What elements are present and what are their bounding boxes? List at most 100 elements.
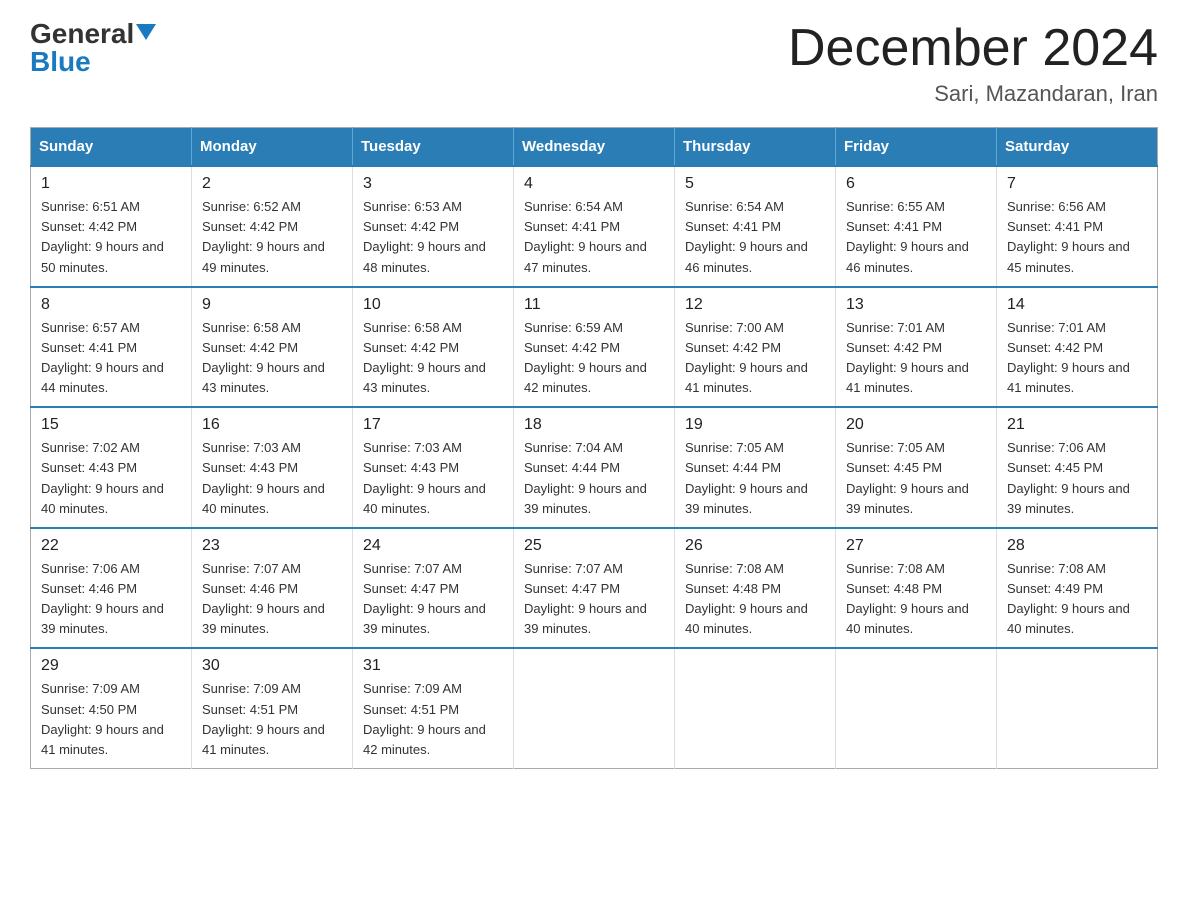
day-info: Sunrise: 7:05 AMSunset: 4:45 PMDaylight:… <box>846 438 986 519</box>
calendar-day-cell: 20 Sunrise: 7:05 AMSunset: 4:45 PMDayligh… <box>836 407 997 528</box>
day-number: 22 <box>41 537 181 555</box>
day-number: 11 <box>524 296 664 314</box>
day-number: 5 <box>685 175 825 193</box>
calendar-day-cell: 1 Sunrise: 6:51 AMSunset: 4:42 PMDaylight… <box>31 166 192 287</box>
day-number: 15 <box>41 416 181 434</box>
day-number: 10 <box>363 296 503 314</box>
day-number: 12 <box>685 296 825 314</box>
calendar-day-cell: 18 Sunrise: 7:04 AMSunset: 4:44 PMDayligh… <box>514 407 675 528</box>
day-number: 16 <box>202 416 342 434</box>
day-number: 31 <box>363 657 503 675</box>
day-number: 1 <box>41 175 181 193</box>
day-info: Sunrise: 7:08 AMSunset: 4:48 PMDaylight:… <box>685 559 825 640</box>
day-info: Sunrise: 7:05 AMSunset: 4:44 PMDaylight:… <box>685 438 825 519</box>
day-info: Sunrise: 7:01 AMSunset: 4:42 PMDaylight:… <box>1007 318 1147 399</box>
calendar-day-cell: 3Sunrise: 6:53 AMSunset: 4:42 PMDaylight… <box>353 166 514 287</box>
day-number: 29 <box>41 657 181 675</box>
day-number: 9 <box>202 296 342 314</box>
title-block: December 2024 Sari, Mazandaran, Iran <box>788 20 1158 107</box>
calendar-day-cell: 2 Sunrise: 6:52 AMSunset: 4:42 PMDaylight… <box>192 166 353 287</box>
page-header: General Blue December 2024 Sari, Mazanda… <box>30 20 1158 107</box>
day-number: 27 <box>846 537 986 555</box>
day-info: Sunrise: 7:07 AMSunset: 4:47 PMDaylight:… <box>524 559 664 640</box>
day-number: 20 <box>846 416 986 434</box>
day-info: Sunrise: 6:52 AMSunset: 4:42 PMDaylight:… <box>202 197 342 278</box>
calendar-week-row: 15 Sunrise: 7:02 AMSunset: 4:43 PMDayligh… <box>31 407 1158 528</box>
day-number: 24 <box>363 537 503 555</box>
calendar-day-cell: 22 Sunrise: 7:06 AMSunset: 4:46 PMDayligh… <box>31 528 192 649</box>
calendar-day-cell <box>836 648 997 768</box>
logo-triangle-icon <box>136 24 156 40</box>
day-of-week-header: Monday <box>192 128 353 167</box>
day-info: Sunrise: 7:09 AMSunset: 4:51 PMDaylight:… <box>202 679 342 760</box>
calendar-day-cell <box>997 648 1158 768</box>
calendar-week-row: 8Sunrise: 6:57 AMSunset: 4:41 PMDaylight… <box>31 287 1158 408</box>
calendar-day-cell <box>514 648 675 768</box>
day-info: Sunrise: 7:00 AMSunset: 4:42 PMDaylight:… <box>685 318 825 399</box>
day-number: 17 <box>363 416 503 434</box>
calendar-day-cell: 31Sunrise: 7:09 AMSunset: 4:51 PMDayligh… <box>353 648 514 768</box>
calendar-day-cell: 12 Sunrise: 7:00 AMSunset: 4:42 PMDayligh… <box>675 287 836 408</box>
calendar-day-cell: 8Sunrise: 6:57 AMSunset: 4:41 PMDaylight… <box>31 287 192 408</box>
day-number: 18 <box>524 416 664 434</box>
day-info: Sunrise: 7:06 AMSunset: 4:45 PMDaylight:… <box>1007 438 1147 519</box>
calendar-day-cell: 6 Sunrise: 6:55 AMSunset: 4:41 PMDaylight… <box>836 166 997 287</box>
day-number: 21 <box>1007 416 1147 434</box>
calendar-week-row: 29Sunrise: 7:09 AMSunset: 4:50 PMDayligh… <box>31 648 1158 768</box>
calendar-table: SundayMondayTuesdayWednesdayThursdayFrid… <box>30 127 1158 769</box>
day-number: 28 <box>1007 537 1147 555</box>
calendar-day-cell: 24Sunrise: 7:07 AMSunset: 4:47 PMDayligh… <box>353 528 514 649</box>
calendar-day-cell: 17 Sunrise: 7:03 AMSunset: 4:43 PMDayligh… <box>353 407 514 528</box>
day-number: 23 <box>202 537 342 555</box>
calendar-day-cell: 13Sunrise: 7:01 AMSunset: 4:42 PMDayligh… <box>836 287 997 408</box>
calendar-day-cell: 26 Sunrise: 7:08 AMSunset: 4:48 PMDayligh… <box>675 528 836 649</box>
day-info: Sunrise: 6:57 AMSunset: 4:41 PMDaylight:… <box>41 318 181 399</box>
month-title: December 2024 <box>788 20 1158 77</box>
day-info: Sunrise: 7:08 AMSunset: 4:49 PMDaylight:… <box>1007 559 1147 640</box>
calendar-day-cell: 21 Sunrise: 7:06 AMSunset: 4:45 PMDayligh… <box>997 407 1158 528</box>
day-info: Sunrise: 7:03 AMSunset: 4:43 PMDaylight:… <box>202 438 342 519</box>
day-number: 25 <box>524 537 664 555</box>
calendar-day-cell: 23 Sunrise: 7:07 AMSunset: 4:46 PMDayligh… <box>192 528 353 649</box>
logo-blue-text: Blue <box>30 48 91 76</box>
day-info: Sunrise: 6:55 AMSunset: 4:41 PMDaylight:… <box>846 197 986 278</box>
day-info: Sunrise: 7:03 AMSunset: 4:43 PMDaylight:… <box>363 438 503 519</box>
day-info: Sunrise: 6:58 AMSunset: 4:42 PMDaylight:… <box>363 318 503 399</box>
day-number: 2 <box>202 175 342 193</box>
calendar-day-cell <box>675 648 836 768</box>
calendar-day-cell: 4 Sunrise: 6:54 AMSunset: 4:41 PMDaylight… <box>514 166 675 287</box>
day-number: 13 <box>846 296 986 314</box>
day-info: Sunrise: 7:07 AMSunset: 4:46 PMDaylight:… <box>202 559 342 640</box>
day-info: Sunrise: 6:51 AMSunset: 4:42 PMDaylight:… <box>41 197 181 278</box>
calendar-day-cell: 7Sunrise: 6:56 AMSunset: 4:41 PMDaylight… <box>997 166 1158 287</box>
calendar-day-cell: 10 Sunrise: 6:58 AMSunset: 4:42 PMDayligh… <box>353 287 514 408</box>
day-info: Sunrise: 6:54 AMSunset: 4:41 PMDaylight:… <box>685 197 825 278</box>
day-number: 4 <box>524 175 664 193</box>
logo: General Blue <box>30 20 156 76</box>
day-of-week-header: Sunday <box>31 128 192 167</box>
day-of-week-header: Saturday <box>997 128 1158 167</box>
calendar-day-cell: 27Sunrise: 7:08 AMSunset: 4:48 PMDayligh… <box>836 528 997 649</box>
calendar-day-cell: 11 Sunrise: 6:59 AMSunset: 4:42 PMDayligh… <box>514 287 675 408</box>
calendar-day-cell: 28 Sunrise: 7:08 AMSunset: 4:49 PMDayligh… <box>997 528 1158 649</box>
day-of-week-header: Friday <box>836 128 997 167</box>
calendar-week-row: 22 Sunrise: 7:06 AMSunset: 4:46 PMDayligh… <box>31 528 1158 649</box>
calendar-day-cell: 30Sunrise: 7:09 AMSunset: 4:51 PMDayligh… <box>192 648 353 768</box>
calendar-day-cell: 19 Sunrise: 7:05 AMSunset: 4:44 PMDayligh… <box>675 407 836 528</box>
day-info: Sunrise: 6:53 AMSunset: 4:42 PMDaylight:… <box>363 197 503 278</box>
logo-general-text: General <box>30 20 134 48</box>
day-number: 26 <box>685 537 825 555</box>
day-number: 19 <box>685 416 825 434</box>
day-info: Sunrise: 6:54 AMSunset: 4:41 PMDaylight:… <box>524 197 664 278</box>
day-number: 6 <box>846 175 986 193</box>
location-title: Sari, Mazandaran, Iran <box>788 81 1158 107</box>
day-of-week-header: Tuesday <box>353 128 514 167</box>
day-info: Sunrise: 7:04 AMSunset: 4:44 PMDaylight:… <box>524 438 664 519</box>
calendar-header-row: SundayMondayTuesdayWednesdayThursdayFrid… <box>31 128 1158 167</box>
day-info: Sunrise: 7:02 AMSunset: 4:43 PMDaylight:… <box>41 438 181 519</box>
day-info: Sunrise: 6:59 AMSunset: 4:42 PMDaylight:… <box>524 318 664 399</box>
day-info: Sunrise: 7:06 AMSunset: 4:46 PMDaylight:… <box>41 559 181 640</box>
day-of-week-header: Wednesday <box>514 128 675 167</box>
calendar-day-cell: 29Sunrise: 7:09 AMSunset: 4:50 PMDayligh… <box>31 648 192 768</box>
day-number: 14 <box>1007 296 1147 314</box>
